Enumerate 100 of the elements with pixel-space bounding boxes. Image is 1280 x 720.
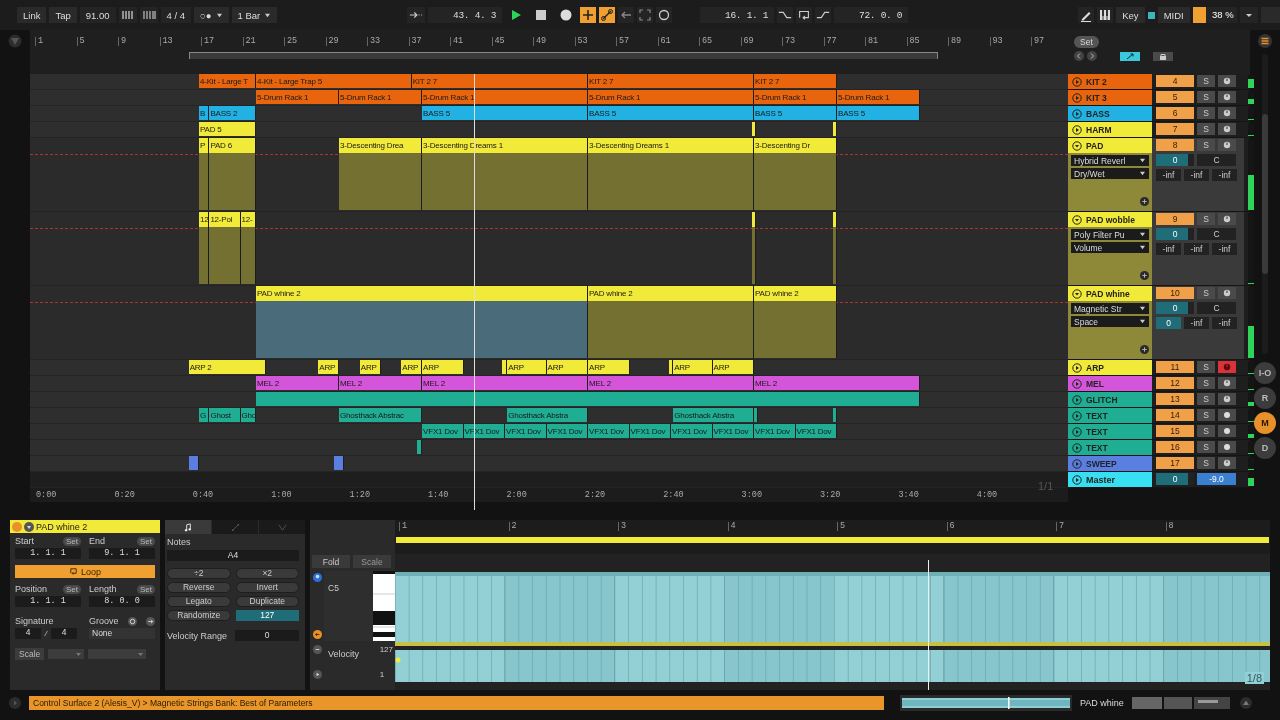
clip[interactable]: PAD 5 [199, 122, 257, 136]
track-number[interactable]: 8 [1156, 139, 1194, 151]
groove-field[interactable]: None [89, 628, 155, 639]
time-field[interactable]: 1. 1. 1 [15, 548, 81, 559]
clip[interactable]: VFX1 Dov [754, 424, 796, 438]
clip-ruler[interactable]: 1 2 3 4 5 6 7 8 [395, 520, 1270, 554]
set-button[interactable]: Set [1074, 36, 1099, 48]
solo-button[interactable]: S [1197, 457, 1215, 469]
send-field[interactable]: 0 [1156, 317, 1181, 329]
send-field[interactable]: -inf [1156, 169, 1181, 181]
solo-button[interactable]: S [1197, 139, 1215, 151]
clip[interactable]: ARP [712, 360, 755, 374]
clip[interactable]: MEL 2 [422, 376, 589, 390]
set-button[interactable]: Set [137, 536, 155, 546]
solo-button[interactable]: S [1197, 123, 1215, 135]
solo-button[interactable]: S [1197, 75, 1215, 87]
clip[interactable]: 5-Drum Rack 1 [422, 90, 589, 104]
link-button[interactable]: Link [17, 7, 47, 23]
send-field[interactable]: -inf [1184, 169, 1209, 181]
metronome-dropdown[interactable]: ○● [194, 7, 229, 23]
track-number[interactable]: 7 [1156, 123, 1194, 135]
track-name[interactable]: KIT 3 [1068, 90, 1152, 105]
scale-button[interactable]: Scale [15, 648, 45, 660]
pan-field[interactable]: C [1197, 228, 1236, 240]
clip[interactable]: ARP [359, 360, 381, 374]
track-name[interactable]: TEXT [1068, 408, 1152, 423]
track-number[interactable]: 15 [1156, 425, 1194, 437]
track-name[interactable]: TEXT [1068, 440, 1152, 455]
clip[interactable]: MEL 2 [339, 376, 423, 390]
clip[interactable]: ARP [318, 360, 340, 374]
send-field[interactable]: -inf [1184, 317, 1209, 329]
clip[interactable]: Ghosthack Abstra [673, 408, 755, 422]
clip[interactable]: VFX1 Dov [795, 424, 838, 438]
track-name[interactable]: GLITCH [1068, 392, 1152, 407]
clip[interactable]: VFX1 Dov [546, 424, 589, 438]
clip[interactable]: 4-Kit - Large Trap 5 [256, 74, 412, 88]
send-field[interactable]: -inf [1212, 169, 1237, 181]
clip[interactable]: Ghosthack Abstra [507, 408, 589, 422]
numerator-field[interactable]: 4 [15, 628, 41, 639]
device-dropdown[interactable]: Hybrid Reverl [1071, 155, 1149, 166]
solo-button[interactable]: S [1197, 425, 1215, 437]
solo-button[interactable]: S [1197, 441, 1215, 453]
clip[interactable]: ARP [507, 360, 547, 374]
quantize-dropdown[interactable]: 1 Bar [231, 7, 278, 23]
cue-volume-field[interactable]: -9.0 [1197, 473, 1236, 485]
track-number[interactable]: 11 [1156, 361, 1194, 373]
randomize-button[interactable]: Randomize [167, 610, 231, 621]
midi-map-button[interactable]: MIDI [1157, 7, 1190, 23]
volume-field[interactable]: 0 [1156, 473, 1194, 485]
solo-button[interactable]: S [1197, 91, 1215, 103]
clip[interactable]: KIT 2 7 [588, 74, 755, 88]
clip[interactable]: ARP [422, 360, 464, 374]
parameter-dropdown[interactable]: Space [1071, 316, 1149, 327]
track-name[interactable]: ARP [1068, 360, 1152, 375]
note-button[interactable]: Invert [235, 582, 299, 593]
volume-field[interactable]: 0 [1156, 228, 1194, 240]
note-button[interactable]: Reverse [167, 582, 231, 593]
track-name[interactable]: Master [1068, 472, 1152, 487]
solo-button[interactable]: S [1197, 377, 1215, 389]
track-name[interactable]: BASS [1068, 106, 1152, 121]
note-button[interactable]: ×2 [235, 568, 299, 579]
solo-button[interactable]: S [1197, 409, 1215, 421]
side-button[interactable]: I-O [1254, 362, 1276, 384]
clip[interactable]: ARP [546, 360, 589, 374]
clip-title[interactable]: PAD whine 2 [10, 520, 160, 533]
position-field[interactable]: 43. 4. 3 [428, 7, 503, 23]
clip[interactable]: KIT 2 7 [754, 74, 838, 88]
clip[interactable]: VFX1 Dov [422, 424, 464, 438]
note-field[interactable]: A4 [167, 550, 299, 561]
loop-length-field[interactable]: 72. 0. 0 [834, 7, 909, 23]
tempo-field[interactable]: 91.00 [79, 7, 116, 23]
track-number[interactable]: 4 [1156, 75, 1194, 87]
track-number[interactable]: 6 [1156, 107, 1194, 119]
volume-field[interactable]: 0 [1156, 302, 1194, 314]
clip[interactable]: VFX1 Dov [505, 424, 547, 438]
track-name[interactable]: PAD whine [1068, 286, 1152, 301]
track-name[interactable]: SWEEP [1068, 456, 1152, 471]
solo-button[interactable]: S [1197, 393, 1215, 405]
send-field[interactable]: -inf [1156, 243, 1181, 255]
velocity-range-field[interactable]: 0 [235, 630, 299, 641]
side-button[interactable]: D [1254, 437, 1276, 459]
track-number[interactable]: 12 [1156, 377, 1194, 389]
clip[interactable]: ARP [401, 360, 423, 374]
parameter-dropdown[interactable]: Dry/Wet [1071, 168, 1149, 179]
track-name[interactable]: TEXT [1068, 424, 1152, 439]
clip[interactable]: VFX1 Dov [629, 424, 672, 438]
time-field[interactable]: 1. 1. 1 [15, 596, 81, 607]
clip[interactable]: BASS 5 [837, 106, 921, 120]
side-button[interactable]: M [1254, 412, 1276, 434]
track-name[interactable]: PAD [1068, 138, 1152, 153]
key-map-button[interactable]: Key [1116, 7, 1145, 23]
fold-button[interactable]: Fold [312, 555, 350, 568]
clip[interactable]: VFX1 Dov [712, 424, 755, 438]
clip[interactable]: 4-Kit - Large T [199, 74, 257, 88]
send-field[interactable]: -inf [1212, 317, 1237, 329]
set-button[interactable]: Set [63, 536, 81, 546]
denominator-field[interactable]: 4 [51, 628, 77, 639]
note-button[interactable]: Legato [167, 596, 231, 607]
tap-button[interactable]: Tap [49, 7, 77, 23]
amount-field[interactable]: 127 [235, 610, 299, 621]
